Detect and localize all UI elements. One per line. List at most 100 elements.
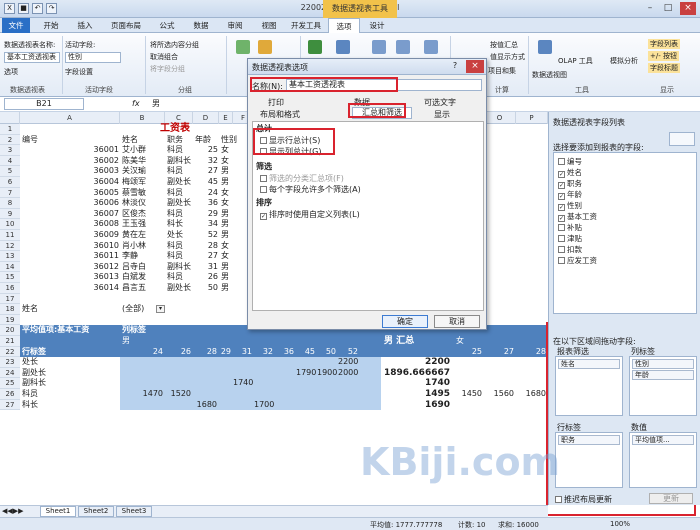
pivot-group-female[interactable]: 女 [456,336,464,347]
field-settings-button[interactable]: 字段设置 [65,67,93,77]
pivot-age-header[interactable]: 32 [254,347,273,358]
sheet-cell[interactable]: 林淡仪 [122,198,164,209]
sheet-cell[interactable]: 36013 [22,272,119,283]
header-cell[interactable]: 职务 [167,135,192,146]
sheet-cell[interactable]: 副科长 [167,262,192,273]
pivot-value-cell[interactable]: 2200 [338,357,358,368]
pivot-age-header[interactable]: 31 [233,347,252,358]
sheet-cell[interactable]: 蔡雪敏 [122,188,164,199]
pivot-age-header[interactable]: 50 [317,347,336,358]
tab-design[interactable]: 设计 [362,18,392,33]
pivot-row-label[interactable]: 行标签 [22,347,46,358]
sheet-cell[interactable]: 科员 [167,251,192,262]
pivot-age-header[interactable]: 26 [165,347,191,358]
field-list-item[interactable]: 补贴 [558,222,582,233]
formula-input[interactable]: 男 [152,98,160,109]
sheet-cell[interactable]: 科员 [167,188,192,199]
sheet-cell[interactable]: 科员 [167,166,192,177]
row-header[interactable]: 13 [0,251,20,262]
sheet-cell[interactable]: 24 [195,188,218,199]
filter-field-name[interactable]: 姓名 [558,359,620,369]
sheet-cell[interactable]: 黄在左 [122,230,164,241]
group-field-button[interactable]: 将字段分组 [150,64,185,74]
report-filter-area[interactable]: 姓名 [555,356,623,416]
sheet-cell[interactable]: 男 [221,177,232,188]
name-box[interactable]: B21 [4,98,84,110]
sheet-cell[interactable]: 吕寺白 [122,262,164,273]
pivot-chart-button[interactable]: 数据透视图 [532,70,567,80]
pivot-total-cell[interactable]: 1495 [381,389,450,400]
sheet-cell[interactable]: 36009 [22,230,119,241]
sheet-cell[interactable]: 27 [195,251,218,262]
pivot-value-cell[interactable]: 1680 [193,400,217,411]
pivot-name-input[interactable]: 基本工资透视表 [4,52,60,63]
sheet-cell[interactable]: 梅颂军 [122,177,164,188]
row-header[interactable]: 24 [0,367,20,379]
col-field-gender[interactable]: 性别 [632,359,694,369]
tab-options[interactable]: 选项 [328,18,360,33]
row-header[interactable]: 5 [0,166,20,177]
pivot-age-header[interactable]: 52 [338,347,358,358]
filter-subtotal-checkbox[interactable]: 筛选的分类汇总项(F) [260,173,344,184]
value-field-avg[interactable]: 平均值项... [632,435,694,445]
row-header[interactable]: 14 [0,261,20,273]
show-as-button[interactable]: 值显示方式 [490,52,525,62]
row-header[interactable]: 1 [0,124,20,135]
sheet-cell[interactable]: 副处长 [167,177,192,188]
sheet-cell[interactable]: 李静 [122,251,164,262]
sheet-cell[interactable]: 处长 [167,230,192,241]
sheet-cell[interactable]: 52 [195,230,218,241]
values-area[interactable]: 平均值项... [629,432,697,488]
defer-update-checkbox[interactable]: 推迟布局更新 [555,494,612,505]
sheet-cell[interactable]: 50 [195,283,218,294]
sheet-cell[interactable]: 副处长 [167,198,192,209]
sheet-cell[interactable]: 36001 [22,145,119,156]
row-header[interactable]: 19 [0,314,20,326]
row-header[interactable]: 25 [0,378,20,389]
field-list-item[interactable]: ✓ 姓名 [558,167,582,178]
field-list-item[interactable]: ✓ 基本工资 [558,211,597,222]
pivot-age-header[interactable]: 36 [275,347,294,358]
group-selection-button[interactable]: 将所选内容分组 [150,40,199,50]
column-header[interactable]: P [516,112,548,124]
minimize-icon[interactable]: – [642,2,658,15]
sheet-cell[interactable]: 36008 [22,219,119,230]
pivot-value-cell[interactable]: 1450 [452,389,482,400]
header-cell[interactable]: 年龄 [195,135,218,146]
sheet-cell[interactable]: 36004 [22,177,119,188]
header-cell[interactable]: 编号 [22,135,119,146]
sheet-cell[interactable]: 36 [195,198,218,209]
sheet-cell[interactable]: 科员 [167,241,192,252]
tab-display[interactable]: 显示 [434,109,450,120]
sheet-cell[interactable]: 区俊杰 [122,209,164,220]
tab-insert[interactable]: 插入 [70,18,100,33]
tab-layout-format[interactable]: 布局和格式 [260,109,300,120]
row-header[interactable]: 8 [0,198,20,209]
field-list-item[interactable]: ✓ 年龄 [558,189,582,200]
active-field-input[interactable]: 性别 [65,52,121,63]
sheet-cell[interactable]: 26 [195,272,218,283]
sheet-cell[interactable]: 25 [195,145,218,156]
tab-developer[interactable]: 开发工具 [286,18,326,33]
pivot-value-cell[interactable]: 1700 [254,400,274,411]
sheet-cell[interactable]: 女 [221,188,232,199]
sheet-cell[interactable]: 科长 [167,219,192,230]
slicer-icon[interactable] [258,40,272,54]
sheet-cell[interactable]: 27 [195,166,218,177]
field-list-item[interactable]: 津贴 [558,233,582,244]
row-header[interactable]: 22 [0,346,20,358]
sheet-cell[interactable]: 女 [221,156,232,167]
sheet-cell[interactable]: 男 [221,209,232,220]
row-header[interactable]: 9 [0,208,20,220]
select-icon[interactable] [396,40,410,54]
fx-icon[interactable]: fx [132,99,140,108]
olap-tools-button[interactable]: OLAP 工具 [558,56,593,66]
column-header[interactable]: E [219,112,233,124]
layout-options-icon[interactable] [669,132,695,146]
pivot-col-label[interactable]: 列标签 [122,325,146,336]
refresh-icon[interactable] [308,40,322,54]
sheet-cell[interactable]: 36006 [22,198,119,209]
clear-icon[interactable] [372,40,386,54]
row-header[interactable]: 2 [0,134,20,146]
sheet-cell[interactable]: 男 [221,166,232,177]
